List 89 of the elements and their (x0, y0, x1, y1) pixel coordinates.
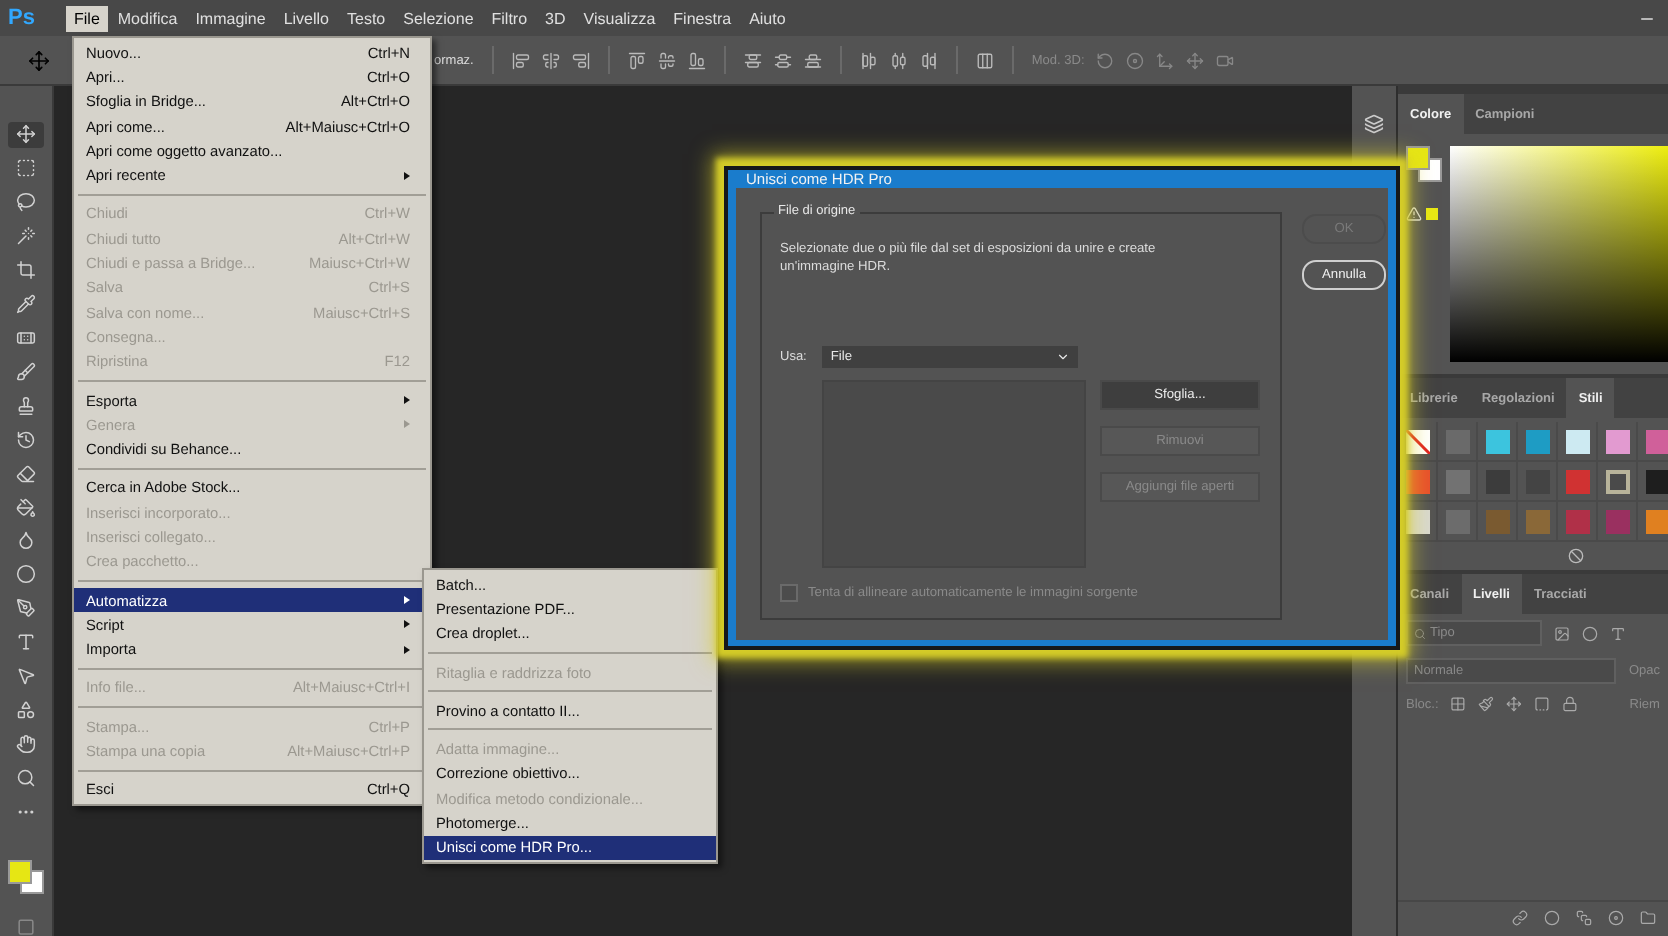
lock-pixels-icon[interactable] (1450, 696, 1467, 712)
magic-wand-icon[interactable] (16, 226, 36, 247)
style-swatch[interactable] (1565, 469, 1589, 493)
app-logo: Ps (8, 6, 37, 30)
style-swatch[interactable] (1405, 509, 1429, 533)
style-swatch[interactable] (1645, 469, 1668, 493)
align-left-icon[interactable] (627, 51, 646, 69)
mask-icon[interactable] (1576, 910, 1592, 926)
color-swatches-icon[interactable] (1406, 146, 1442, 182)
paint-bucket-icon[interactable] (16, 497, 36, 517)
pointer-icon[interactable] (16, 666, 36, 687)
align-middle-icon[interactable] (541, 51, 560, 69)
image-filter-icon[interactable] (1554, 625, 1570, 641)
zoom-icon[interactable] (16, 767, 36, 788)
distribute-middle-icon[interactable] (773, 51, 792, 69)
style-swatch[interactable] (1565, 509, 1589, 533)
columns-icon[interactable] (975, 51, 994, 69)
menu-bar-item[interactable]: Immagine (187, 5, 274, 31)
lasso-icon[interactable] (16, 192, 36, 213)
clear-style-icon[interactable] (1568, 548, 1584, 564)
style-swatch[interactable] (1445, 429, 1469, 453)
drag-3d-icon[interactable] (1156, 51, 1175, 69)
eraser-icon[interactable] (16, 463, 36, 484)
warning-icon (1406, 206, 1422, 222)
style-swatch[interactable] (1645, 509, 1668, 533)
align-top-icon[interactable] (511, 51, 530, 69)
link-icon[interactable] (1512, 910, 1528, 926)
hand-icon[interactable] (16, 733, 36, 754)
droplet-icon[interactable] (16, 530, 36, 551)
orbit-icon[interactable] (1096, 51, 1115, 69)
stamp-icon[interactable] (16, 395, 36, 416)
style-swatch[interactable] (1525, 509, 1549, 533)
quick-mask-icon[interactable] (16, 917, 36, 936)
distribute-bottom-icon[interactable] (803, 51, 822, 69)
style-swatch[interactable] (1605, 469, 1629, 493)
color-swatches-icon[interactable] (8, 860, 44, 894)
style-swatch[interactable] (1445, 469, 1469, 493)
style-swatch[interactable] (1605, 429, 1629, 453)
menu-bar-item[interactable]: Aiuto (741, 5, 794, 31)
folder-icon[interactable] (1640, 910, 1656, 926)
lock-icon[interactable] (1561, 696, 1578, 712)
gamut-swatch[interactable] (1426, 208, 1438, 220)
history-brush-icon[interactable] (16, 429, 36, 450)
camera-icon[interactable] (1216, 51, 1235, 69)
menu-bar-item[interactable]: Selezione (395, 5, 482, 31)
type-icon[interactable] (16, 632, 36, 653)
move-icon[interactable] (16, 124, 36, 145)
bandage-icon[interactable] (16, 327, 36, 348)
artboard-icon[interactable] (1533, 696, 1550, 712)
style-swatch[interactable] (1405, 469, 1429, 493)
style-swatch[interactable] (1605, 509, 1629, 533)
menu-bar-item[interactable]: Finestra (665, 5, 740, 31)
no-style-swatch[interactable] (1405, 429, 1429, 453)
menu-bar-item[interactable]: Filtro (483, 5, 536, 31)
style-swatch[interactable] (1645, 429, 1668, 453)
distribute-top-icon[interactable] (743, 51, 762, 69)
align-center-icon[interactable] (657, 51, 676, 69)
align-bottom-icon[interactable] (571, 51, 590, 69)
style-swatch[interactable] (1485, 509, 1509, 533)
menu-bar-item[interactable]: Visualizza (575, 5, 664, 31)
brush-icon[interactable] (1478, 696, 1495, 712)
distribute-left-icon[interactable] (859, 51, 878, 69)
crop-icon[interactable] (16, 260, 36, 281)
type-filter-icon[interactable] (1610, 625, 1626, 641)
eyedropper-icon[interactable] (16, 293, 36, 314)
distribute-center-icon[interactable] (889, 51, 908, 69)
style-swatch[interactable] (1525, 429, 1549, 453)
pen-icon[interactable] (16, 598, 36, 619)
brush-icon[interactable] (16, 361, 36, 382)
shapes-icon[interactable] (16, 700, 36, 721)
adjustment-icon[interactable] (1608, 910, 1624, 926)
menu-bar-item[interactable]: Modifica (109, 5, 186, 31)
slide-icon[interactable] (1186, 51, 1205, 69)
color-field[interactable] (1450, 146, 1668, 362)
roll-icon[interactable] (1126, 51, 1145, 69)
marquee-icon[interactable] (16, 158, 36, 179)
distribute-right-icon[interactable] (919, 51, 938, 69)
align-right-icon[interactable] (687, 51, 706, 69)
menu-bar-item[interactable]: File (66, 5, 108, 31)
style-swatch[interactable] (1565, 429, 1589, 453)
style-swatch[interactable] (1445, 509, 1469, 533)
chevron-down-icon (1056, 349, 1071, 364)
menu-bar-item[interactable]: Testo (339, 5, 394, 31)
menu-bar-item[interactable]: 3D (537, 5, 574, 31)
menu-bar-item[interactable]: Livello (275, 5, 337, 31)
history-panel-icon[interactable] (1364, 114, 1384, 134)
style-swatch[interactable] (1485, 429, 1509, 453)
search-icon (1414, 627, 1426, 639)
move-icon[interactable] (1506, 696, 1522, 712)
